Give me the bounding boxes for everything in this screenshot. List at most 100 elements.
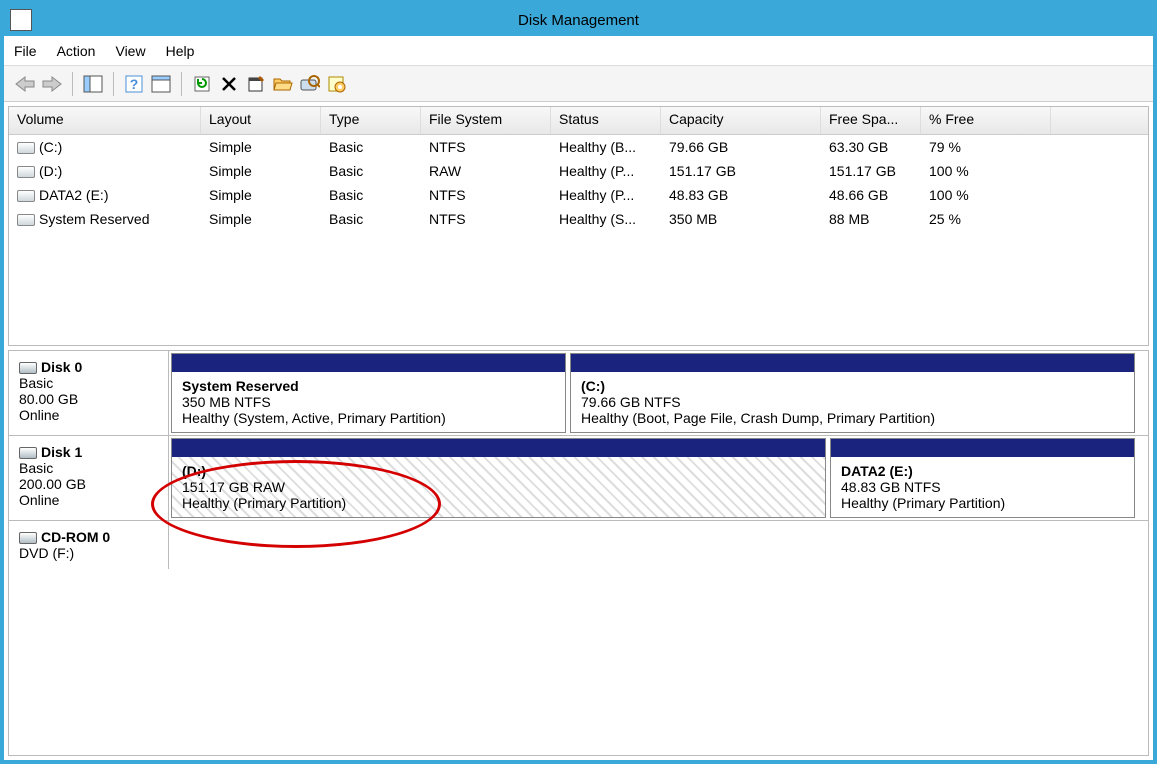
partition-body: (D:)151.17 GB RAWHealthy (Primary Partit… [172,457,825,517]
volume-cell-status: Healthy (S... [551,210,661,228]
volume-cell-type: Basic [321,162,421,180]
menu-help[interactable]: Help [166,43,195,59]
col-type[interactable]: Type [321,107,421,134]
disk-row: Disk 1Basic200.00 GBOnline(D:)151.17 GB … [9,436,1148,521]
rescan-button[interactable] [297,71,323,97]
menu-file[interactable]: File [14,43,37,59]
disk-info[interactable]: Disk 1Basic200.00 GBOnline [9,436,169,520]
partition[interactable]: (C:)79.66 GB NTFSHealthy (Boot, Page Fil… [570,353,1135,433]
volumes-list[interactable]: Volume Layout Type File System Status Ca… [8,106,1149,346]
refresh-button[interactable] [189,71,215,97]
drive-icon [17,190,35,202]
properties-button[interactable] [243,71,269,97]
disk-type: Basic [19,460,158,476]
forward-button[interactable] [39,71,65,97]
volume-cell-fs: NTFS [421,138,551,156]
drive-icon [17,214,35,226]
col-status[interactable]: Status [551,107,661,134]
volume-row[interactable]: (D:)SimpleBasicRAWHealthy (P...151.17 GB… [9,159,1148,183]
volume-cell-capacity: 48.83 GB [661,186,821,204]
window: Disk Management File Action View Help ? … [0,0,1157,764]
partition-status: Healthy (System, Active, Primary Partiti… [182,410,555,426]
partition-header [571,354,1134,372]
volume-cell-status: Healthy (P... [551,186,661,204]
volume-cell-free: 48.66 GB [821,186,921,204]
menu-view[interactable]: View [115,43,145,59]
partition-size: 151.17 GB RAW [182,479,815,495]
volume-cell-layout: Simple [201,186,321,204]
disk-size: 200.00 GB [19,476,158,492]
col-layout[interactable]: Layout [201,107,321,134]
volume-row[interactable]: System ReservedSimpleBasicNTFSHealthy (S… [9,207,1148,231]
partition[interactable]: System Reserved350 MB NTFSHealthy (Syste… [171,353,566,433]
partition-status: Healthy (Primary Partition) [182,495,815,511]
volume-cell-volume: (C:) [9,138,201,156]
volume-cell-free: 63.30 GB [821,138,921,156]
partition[interactable]: (D:)151.17 GB RAWHealthy (Primary Partit… [171,438,826,518]
volume-cell-capacity: 350 MB [661,210,821,228]
volume-cell-capacity: 151.17 GB [661,162,821,180]
volume-cell-layout: Simple [201,210,321,228]
menu-action[interactable]: Action [57,43,96,59]
menubar: File Action View Help [4,36,1153,66]
volume-cell-free: 88 MB [821,210,921,228]
partition-header [172,439,825,457]
partition-name: System Reserved [182,378,555,394]
svg-text:?: ? [130,76,139,92]
disk-row: CD-ROM 0DVD (F:) [9,521,1148,569]
disks-graphic: Disk 0Basic80.00 GBOnlineSystem Reserved… [8,350,1149,756]
volume-cell-pfree: 100 % [921,162,1051,180]
drive-icon [17,166,35,178]
titlebar: Disk Management [4,4,1153,36]
partition-body: (C:)79.66 GB NTFSHealthy (Boot, Page Fil… [571,372,1134,432]
partition[interactable]: DATA2 (E:)48.83 GB NTFSHealthy (Primary … [830,438,1135,518]
cdrom-icon [19,532,37,544]
volume-cell-pfree: 100 % [921,186,1051,204]
partition-header [172,354,565,372]
disk-status: Online [19,492,158,508]
volume-cell-type: Basic [321,186,421,204]
help-button[interactable]: ? [121,71,147,97]
volume-cell-layout: Simple [201,138,321,156]
show-hide-tree-button[interactable] [80,71,106,97]
settings-button[interactable] [324,71,350,97]
volume-row[interactable]: DATA2 (E:)SimpleBasicNTFSHealthy (P...48… [9,183,1148,207]
open-button[interactable] [270,71,296,97]
toolbar: ? [4,66,1153,102]
partition-body: System Reserved350 MB NTFSHealthy (Syste… [172,372,565,432]
col-freespace[interactable]: Free Spa... [821,107,921,134]
col-filesystem[interactable]: File System [421,107,551,134]
col-volume[interactable]: Volume [9,107,201,134]
hdd-icon [19,447,37,459]
disk-row: Disk 0Basic80.00 GBOnlineSystem Reserved… [9,351,1148,436]
col-capacity[interactable]: Capacity [661,107,821,134]
volume-cell-status: Healthy (P... [551,162,661,180]
disk-name: CD-ROM 0 [41,529,110,545]
disk-info[interactable]: CD-ROM 0DVD (F:) [9,521,169,569]
partitions [169,521,1148,569]
volume-cell-pfree: 25 % [921,210,1051,228]
partition-status: Healthy (Primary Partition) [841,495,1124,511]
disk-name: Disk 1 [41,444,82,460]
volumes-header: Volume Layout Type File System Status Ca… [9,107,1148,135]
volume-cell-layout: Simple [201,162,321,180]
disk-type: Basic [19,375,158,391]
details-button[interactable] [148,71,174,97]
disk-type: DVD (F:) [19,545,158,561]
volume-cell-pfree: 79 % [921,138,1051,156]
partition-size: 48.83 GB NTFS [841,479,1124,495]
delete-button[interactable] [216,71,242,97]
partitions: System Reserved350 MB NTFSHealthy (Syste… [169,351,1148,435]
hdd-icon [19,362,37,374]
volume-row[interactable]: (C:)SimpleBasicNTFSHealthy (B...79.66 GB… [9,135,1148,159]
window-title: Disk Management [518,12,639,29]
volume-cell-free: 151.17 GB [821,162,921,180]
disk-info[interactable]: Disk 0Basic80.00 GBOnline [9,351,169,435]
app-icon [10,9,32,31]
volume-cell-volume: DATA2 (E:) [9,186,201,204]
partition-size: 350 MB NTFS [182,394,555,410]
partition-header [831,439,1134,457]
disk-status: Online [19,407,158,423]
back-button[interactable] [12,71,38,97]
col-percentfree[interactable]: % Free [921,107,1051,134]
